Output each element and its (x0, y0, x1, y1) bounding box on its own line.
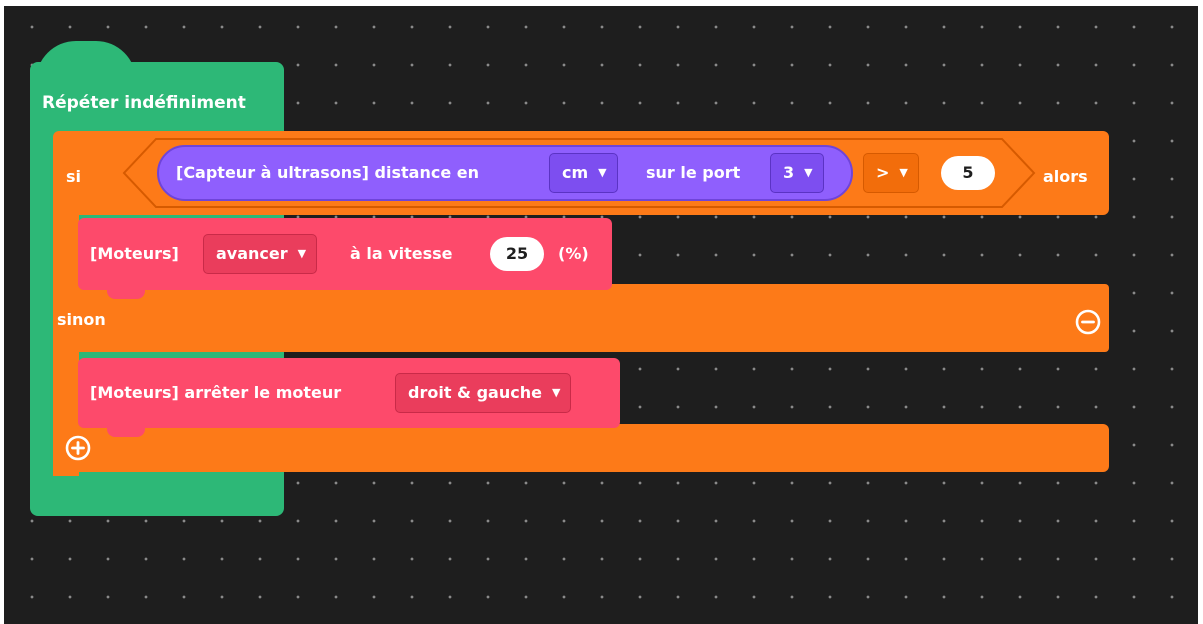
motor-forward-label: [Moteurs] (90, 244, 179, 263)
direction-dropdown-value: avancer (216, 244, 288, 263)
direction-dropdown[interactable]: avancer ▼ (203, 234, 318, 274)
else-label: sinon (57, 310, 106, 329)
port-dropdown-value: 3 (783, 163, 795, 182)
motor-select-dropdown-value: droit & gauche (408, 383, 542, 402)
motor-select-dropdown[interactable]: droit & gauche ▼ (395, 373, 572, 413)
else-section[interactable] (53, 284, 1109, 352)
plus-circle-icon[interactable] (65, 435, 91, 461)
unit-dropdown-value: cm (562, 163, 589, 182)
speed-unit-label: (%) (558, 244, 589, 263)
port-label: sur le port (646, 163, 741, 182)
sensor-label: [Capteur à ultrasons] distance en (176, 163, 479, 182)
caret-down-icon: ▼ (598, 166, 607, 179)
block-connector (107, 290, 145, 299)
compare-value-input[interactable]: 5 (941, 156, 995, 190)
forever-label: Répéter indéfiniment (42, 93, 246, 113)
if-else-block-footer[interactable] (53, 424, 1109, 472)
unit-dropdown[interactable]: cm ▼ (549, 153, 618, 193)
speed-value-input[interactable]: 25 (490, 237, 544, 271)
minus-circle-icon[interactable] (1075, 309, 1101, 335)
speed-label: à la vitesse (350, 244, 453, 263)
caret-down-icon: ▼ (899, 166, 908, 179)
block-connector (107, 428, 145, 437)
then-label: alors (1043, 167, 1088, 186)
caret-down-icon: ▼ (551, 386, 561, 399)
operator-dropdown[interactable]: > ▼ (863, 153, 919, 193)
port-dropdown[interactable]: 3 ▼ (770, 153, 824, 193)
operator-dropdown-value: > (876, 163, 890, 182)
motor-stop-label: [Moteurs] arrêter le moteur (90, 383, 342, 402)
if-label: si (66, 167, 82, 186)
caret-down-icon: ▼ (297, 247, 307, 260)
caret-down-icon: ▼ (804, 166, 813, 179)
blocks-workspace[interactable]: Répéter indéfiniment si alors sinon [Cap… (4, 6, 1198, 624)
